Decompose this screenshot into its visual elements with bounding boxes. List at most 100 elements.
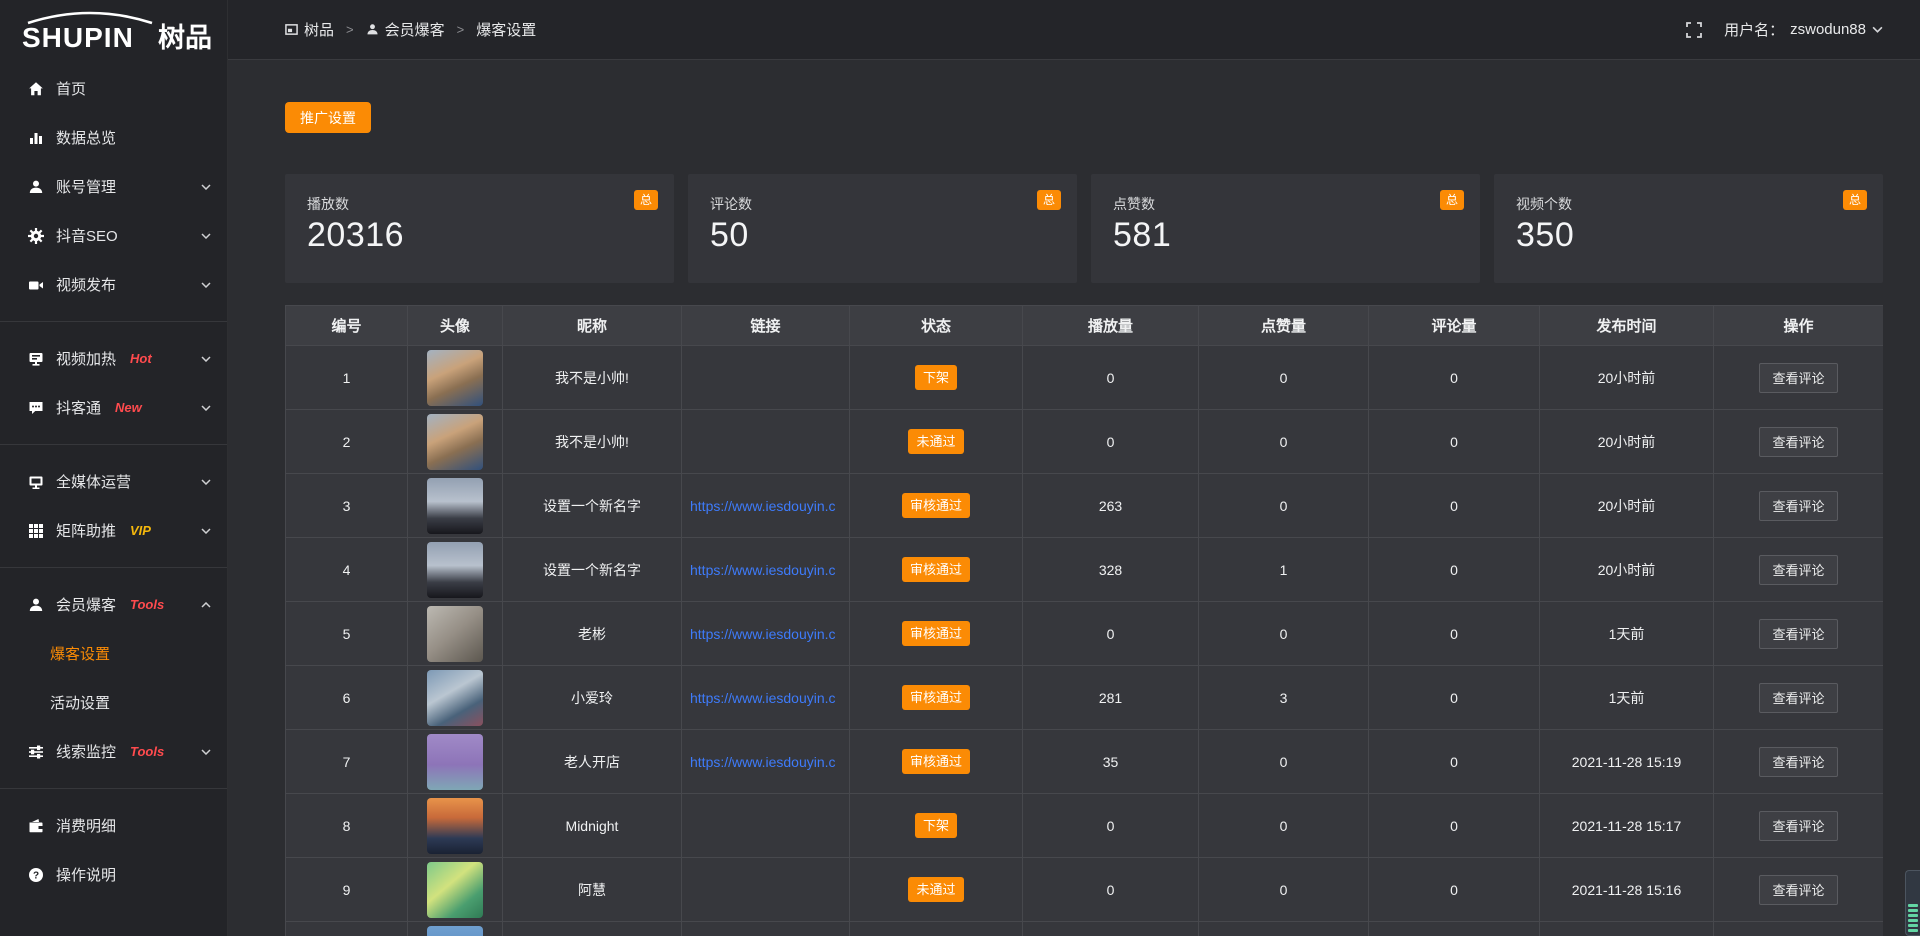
video-link[interactable]: https://www.iesdouyin.c [690,690,836,706]
cell-comments: 0 [1369,602,1540,666]
chevron-down-icon [201,184,211,190]
floating-widget[interactable] [1905,870,1920,936]
stat-cards: 播放数 20316 总 评论数 50 总 点赞数 581 总 视频个数 350 … [285,174,1883,283]
cell-likes: 0 [1199,794,1369,858]
sidebar-subitem-baoke-settings[interactable]: 爆客设置 [0,629,227,678]
cell-id: 3 [286,474,408,538]
sidebar-item-label: 爆客设置 [50,643,110,664]
total-badge: 总 [1843,190,1867,210]
view-comments-button[interactable]: 查看评论 [1759,683,1837,713]
new-badge: New [115,400,142,415]
sidebar-item-douyin-seo[interactable]: 抖音SEO [0,211,227,260]
video-link[interactable]: https://www.iesdouyin.c [690,626,836,642]
cell-id: 7 [286,730,408,794]
stat-card-likes: 点赞数 581 总 [1091,174,1480,283]
breadcrumb-item-member-baoke[interactable]: 会员爆客 [366,19,445,40]
view-comments-button[interactable]: 查看评论 [1759,747,1837,777]
sidebar-item-douketong[interactable]: 抖客通 New [0,383,227,432]
view-comments-button[interactable]: 查看评论 [1759,427,1837,457]
sidebar-subitem-activity-settings[interactable]: 活动设置 [0,678,227,727]
cell-comments: 0 [1369,730,1540,794]
sidebar-item-spending-details[interactable]: 消费明细 [0,801,227,850]
table-row: 6 小爱玲 https://www.iesdouyin.c 审核通过 281 3… [286,666,1884,730]
cell-id: 6 [286,666,408,730]
table-row: 9 阿慧 未通过 0 0 0 2021-11-28 15:16 查看评论 [286,858,1884,922]
sidebar-item-label: 数据总览 [56,127,116,148]
breadcrumb-label: 爆客设置 [476,19,536,40]
view-comments-button[interactable]: 查看评论 [1759,491,1837,521]
sidebar-item-video-publish[interactable]: 视频发布 [0,260,227,309]
cell-publish-time: 1天前 [1540,666,1714,730]
cell-nickname: 小爱玲 [503,666,682,730]
cell-publish-time [1540,922,1714,936]
brand-logo-latin: SHUPIN [22,22,134,53]
topbar-right: 用户名：zswodun88 [1686,19,1883,40]
cell-publish-time: 1天前 [1540,602,1714,666]
cell-nickname: 阿慧 [503,858,682,922]
col-header-avatar: 头像 [408,306,503,346]
status-badge: 审核通过 [902,493,970,518]
fullscreen-icon[interactable] [1686,22,1702,38]
breadcrumb-label: 树品 [304,19,334,40]
table-row: 2 我不是小帅! 未通过 0 0 0 20小时前 查看评论 [286,410,1884,474]
question-circle-icon: ? [28,867,44,883]
sidebar-item-label: 账号管理 [56,176,116,197]
video-link[interactable]: https://www.iesdouyin.c [690,754,836,770]
sidebar-item-lead-monitoring[interactable]: 线索监控 Tools [0,727,227,776]
chevron-down-icon [201,405,211,411]
stat-value: 581 [1113,216,1460,255]
video-link[interactable]: https://www.iesdouyin.c [690,562,836,578]
sidebar-item-label: 首页 [56,78,86,99]
hot-badge: Hot [130,351,152,366]
cell-likes: 0 [1199,602,1369,666]
brand-logo[interactable]: SHUPIN 树品 [0,0,227,60]
avatar [427,414,483,470]
cell-publish-time: 2021-11-28 15:17 [1540,794,1714,858]
cell-likes: 1 [1199,538,1369,602]
chevron-down-icon [201,356,211,362]
brand-logo-cn: 树品 [158,23,212,53]
avatar [427,926,483,936]
sidebar-item-matrix-boost[interactable]: 矩阵助推 VIP [0,506,227,555]
stat-card-videos: 视频个数 350 总 [1494,174,1883,283]
table-header-row: 编号 头像 昵称 链接 状态 播放量 点赞量 评论量 发布时间 操作 [286,306,1884,346]
sidebar-item-video-heating[interactable]: 视频加热 Hot [0,334,227,383]
view-comments-button[interactable]: 查看评论 [1759,811,1837,841]
cell-comments: 0 [1369,794,1540,858]
sidebar-item-label: 线索监控 [56,741,116,762]
video-link[interactable]: https://www.iesdouyin.c [690,498,836,514]
cell-nickname: Midnight [503,794,682,858]
cell-publish-time: 20小时前 [1540,474,1714,538]
chevron-down-icon [201,479,211,485]
chevron-down-icon [201,528,211,534]
view-comments-button[interactable]: 查看评论 [1759,363,1837,393]
cell-comments: 0 [1369,410,1540,474]
promotion-settings-button[interactable]: 推广设置 [285,102,371,133]
sidebar-item-data-overview[interactable]: 数据总览 [0,113,227,162]
view-comments-button[interactable]: 查看评论 [1759,875,1837,905]
table-row: 4 设置一个新名字 https://www.iesdouyin.c 审核通过 3… [286,538,1884,602]
col-header-likes: 点赞量 [1199,306,1369,346]
sidebar-item-omnimedia[interactable]: 全媒体运营 [0,457,227,506]
cell-id: 10 [286,922,408,936]
sidebar-item-account-management[interactable]: 账号管理 [0,162,227,211]
status-badge: 下架 [915,365,957,390]
cell-id: 5 [286,602,408,666]
cell-publish-time: 20小时前 [1540,410,1714,474]
svg-text:?: ? [33,870,39,881]
cell-likes: 0 [1199,858,1369,922]
user-menu[interactable]: 用户名：zswodun88 [1724,19,1883,40]
breadcrumb-separator: > [346,22,354,37]
sidebar: SHUPIN 树品 首页 数据总览 账号管理 抖音SEO 视频发布 [0,0,228,936]
sidebar-item-home[interactable]: 首页 [0,64,227,113]
sidebar-item-instructions[interactable]: ? 操作说明 [0,850,227,899]
chevron-down-icon [201,233,211,239]
view-comments-button[interactable]: 查看评论 [1759,555,1837,585]
sidebar-item-member-baoke[interactable]: 会员爆客 Tools [0,580,227,629]
breadcrumb-separator: > [457,22,465,37]
cell-plays [1023,922,1199,936]
cell-plays: 328 [1023,538,1199,602]
breadcrumb-item-home[interactable]: 树品 [285,19,334,40]
view-comments-button[interactable]: 查看评论 [1759,619,1837,649]
cell-nickname [503,922,682,936]
